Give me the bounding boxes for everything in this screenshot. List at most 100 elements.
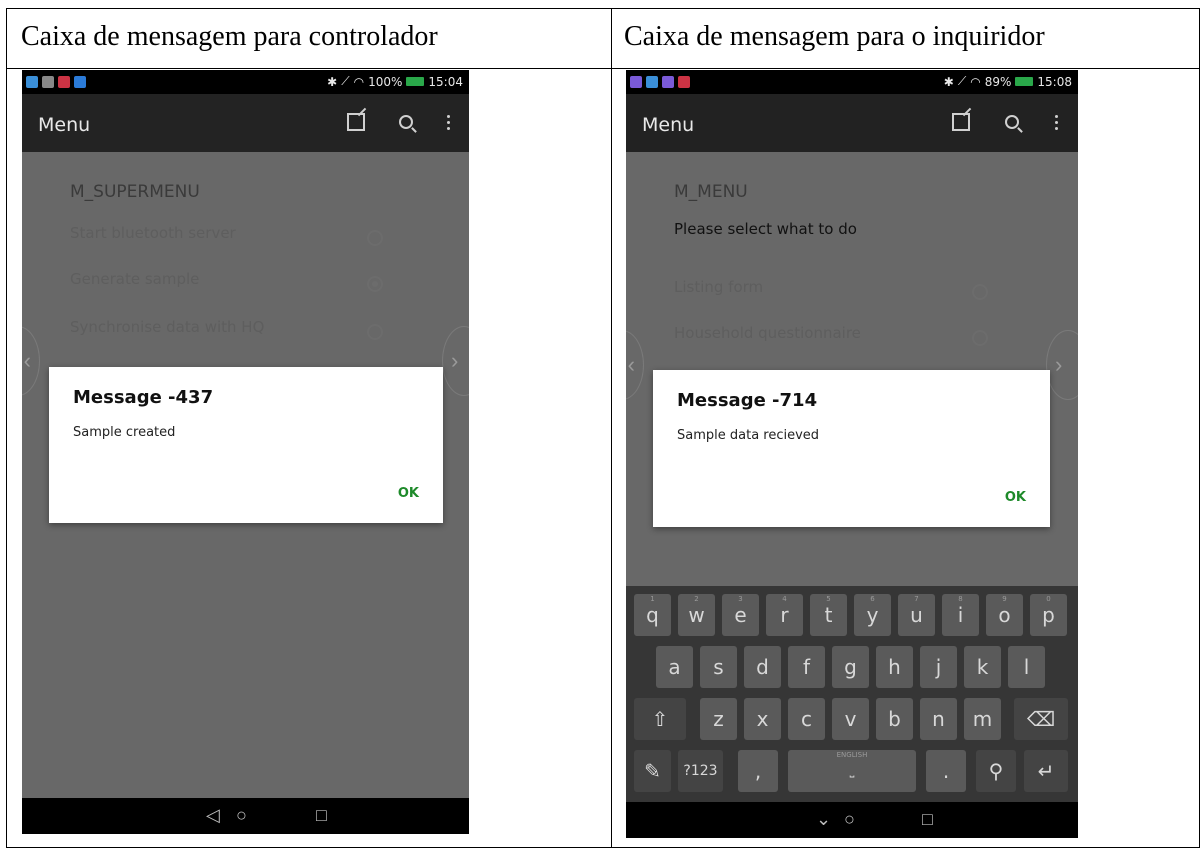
status-time: 15:08 <box>1037 74 1072 89</box>
symbols-key[interactable]: ?123 <box>678 750 723 792</box>
dialog-message: Sample created <box>73 425 176 440</box>
radio-button[interactable] <box>972 330 988 346</box>
shift-key-icon[interactable]: ⇧ <box>634 698 686 740</box>
key-a[interactable]: a <box>656 646 693 688</box>
app-bar: Menu <box>626 94 1078 152</box>
edit-icon[interactable] <box>342 108 370 136</box>
key-q[interactable]: 1q <box>634 594 671 636</box>
status-bar: ✱ ⟋ ◠ 100% 15:04 <box>22 70 469 94</box>
form-title: M_MENU <box>674 182 748 202</box>
key-i[interactable]: 8i <box>942 594 979 636</box>
overflow-menu-icon[interactable] <box>434 108 462 136</box>
option-label[interactable]: Start bluetooth server <box>70 224 236 242</box>
key-k[interactable]: k <box>964 646 1001 688</box>
battery-icon <box>1015 77 1034 86</box>
voice-input-key-icon[interactable]: ⚲ <box>976 750 1016 792</box>
question-prompt: Please select what to do <box>674 220 857 238</box>
key-x[interactable]: x <box>744 698 781 740</box>
key-r[interactable]: 4r <box>766 594 803 636</box>
home-icon[interactable]: ○ <box>236 806 247 824</box>
recents-icon[interactable]: □ <box>316 806 327 824</box>
home-icon[interactable]: ○ <box>844 810 855 828</box>
radio-button[interactable] <box>972 284 988 300</box>
message-dialog: Message -437 Sample created OK <box>49 367 443 523</box>
key-e[interactable]: 3e <box>722 594 759 636</box>
key-g[interactable]: g <box>832 646 869 688</box>
app-notification-icon <box>662 76 674 88</box>
key-b[interactable]: b <box>876 698 913 740</box>
battery-percent: 100% <box>368 74 403 89</box>
option-label[interactable]: Synchronise data with HQ <box>70 318 264 336</box>
radio-button[interactable] <box>367 324 383 340</box>
radio-button[interactable] <box>367 230 383 246</box>
key-m[interactable]: m <box>964 698 1001 740</box>
comma-key[interactable]: , <box>738 750 778 792</box>
period-key[interactable]: . <box>926 750 966 792</box>
recents-icon[interactable]: □ <box>922 810 933 828</box>
key-o[interactable]: 9o <box>986 594 1023 636</box>
vibrate-icon: ⟋ <box>341 74 350 88</box>
status-indicators: ✱ ⟋ ◠ 89% 15:08 <box>944 74 1072 89</box>
key-j[interactable]: j <box>920 646 957 688</box>
bluetooth-icon: ✱ <box>327 74 338 89</box>
key-u[interactable]: 7u <box>898 594 935 636</box>
right-column-header: Caixa de mensagem para o inquiridor <box>624 21 1045 52</box>
key-s[interactable]: s <box>700 646 737 688</box>
next-arrow-icon[interactable]: › <box>442 326 469 396</box>
space-key[interactable]: ENGLISH ⎵ <box>788 750 916 792</box>
vibrate-icon: ⟋ <box>957 74 967 88</box>
next-arrow-icon[interactable]: › <box>1046 330 1078 400</box>
option-label[interactable]: Listing form <box>674 278 763 296</box>
notification-icons <box>630 76 690 88</box>
left-column-header: Caixa de mensagem para controlador <box>21 21 438 52</box>
key-v[interactable]: v <box>832 698 869 740</box>
key-z[interactable]: z <box>700 698 737 740</box>
hide-keyboard-icon[interactable]: ⌄ <box>816 810 831 828</box>
search-icon[interactable] <box>998 108 1026 136</box>
status-bar: ✱ ⟋ ◠ 89% 15:08 <box>626 70 1078 94</box>
edit-icon[interactable] <box>947 108 975 136</box>
search-icon[interactable] <box>392 108 420 136</box>
key-d[interactable]: d <box>744 646 781 688</box>
app-notification-icon <box>630 76 642 88</box>
handwriting-key-icon[interactable]: ✎ <box>634 750 671 792</box>
key-l[interactable]: l <box>1008 646 1045 688</box>
battery-percent: 89% <box>984 74 1012 89</box>
key-y[interactable]: 6y <box>854 594 891 636</box>
key-n[interactable]: n <box>920 698 957 740</box>
key-h[interactable]: h <box>876 646 913 688</box>
message-dialog: Message -714 Sample data recieved OK <box>653 370 1050 527</box>
radio-button-selected[interactable] <box>367 276 383 292</box>
bluetooth-icon: ✱ <box>943 74 954 89</box>
key-w[interactable]: 2w <box>678 594 715 636</box>
enter-key-icon[interactable]: ↵ <box>1024 750 1068 792</box>
previous-arrow-icon[interactable]: ‹ <box>22 326 40 396</box>
ok-button[interactable]: OK <box>1005 490 1026 505</box>
app-notification-icon <box>646 76 658 88</box>
form-title: M_SUPERMENU <box>70 182 200 202</box>
mail-notification-icon <box>58 76 70 88</box>
previous-arrow-icon[interactable]: ‹ <box>626 330 644 400</box>
battery-icon <box>406 77 425 86</box>
key-f[interactable]: f <box>788 646 825 688</box>
app-title: Menu <box>642 114 695 136</box>
status-time: 15:04 <box>428 74 463 89</box>
backspace-key-icon[interactable]: ⌫ <box>1014 698 1068 740</box>
right-phone-screen: ✱ ⟋ ◠ 89% 15:08 Menu M_MENU Please selec… <box>626 70 1078 838</box>
key-t[interactable]: 5t <box>810 594 847 636</box>
app-bar: Menu <box>22 94 469 152</box>
back-icon[interactable]: ◁ <box>206 806 220 824</box>
dialog-title: Message -714 <box>677 390 818 411</box>
option-label[interactable]: Household questionnaire <box>674 324 861 342</box>
soft-keyboard: 1q 2w 3e 4r 5t 6y 7u 8i 9o 0p a s d f g … <box>626 586 1078 802</box>
status-indicators: ✱ ⟋ ◠ 100% 15:04 <box>327 74 463 89</box>
app-notification-icon <box>26 76 38 88</box>
ok-button[interactable]: OK <box>398 486 419 501</box>
option-label[interactable]: Generate sample <box>70 270 199 288</box>
column-divider <box>611 9 612 847</box>
dialog-title: Message -437 <box>73 387 214 408</box>
key-p[interactable]: 0p <box>1030 594 1067 636</box>
image-notification-icon <box>42 76 54 88</box>
key-c[interactable]: c <box>788 698 825 740</box>
overflow-menu-icon[interactable] <box>1042 108 1070 136</box>
